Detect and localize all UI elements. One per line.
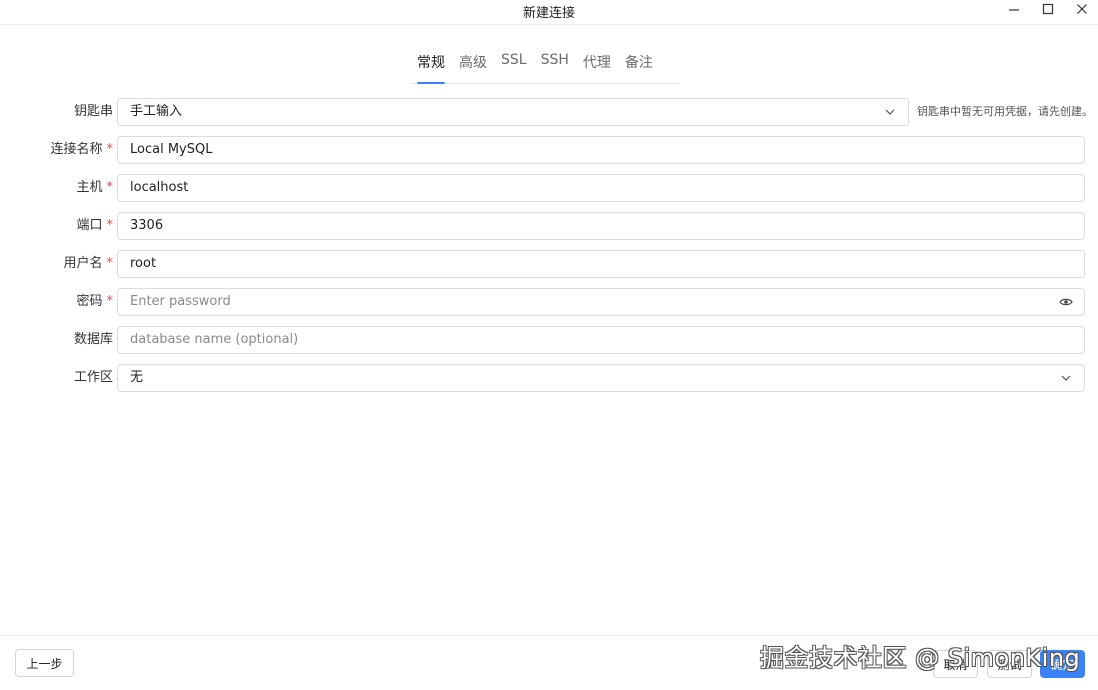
required-mark: * xyxy=(106,218,114,233)
tab-ssl[interactable]: SSL xyxy=(494,44,534,83)
name-row: 连接名称 * Local MySQL xyxy=(0,136,1098,164)
port-value: 3306 xyxy=(130,218,164,233)
workspace-row: 工作区 无 xyxy=(0,364,1098,392)
username-value: root xyxy=(130,256,157,271)
chevron-down-icon xyxy=(882,104,898,120)
minimize-button[interactable] xyxy=(1002,0,1026,18)
host-row: 主机 * localhost xyxy=(0,174,1098,202)
tab-proxy[interactable]: 代理 xyxy=(576,44,618,83)
cancel-button[interactable]: 取消 xyxy=(933,650,978,678)
password-row: 密码 * Enter password xyxy=(0,288,1098,316)
password-placeholder: Enter password xyxy=(130,294,231,309)
username-row: 用户名 * root xyxy=(0,250,1098,278)
connection-name-value: Local MySQL xyxy=(130,142,213,157)
required-mark: * xyxy=(106,180,114,195)
connection-name-input[interactable]: Local MySQL xyxy=(117,136,1085,164)
workspace-label: 工作区 xyxy=(73,370,113,385)
keyring-hint: 钥匙串中暂无可用凭据，请先创建。 xyxy=(917,105,1093,118)
close-icon xyxy=(1077,4,1087,14)
password-label: 密码 * xyxy=(76,294,114,309)
workspace-select[interactable]: 无 xyxy=(117,364,1085,392)
port-input[interactable]: 3306 xyxy=(117,212,1085,240)
minimize-icon xyxy=(1009,9,1019,11)
close-button[interactable] xyxy=(1070,0,1094,18)
required-mark: * xyxy=(106,256,114,271)
username-label: 用户名 * xyxy=(63,256,114,271)
port-label: 端口 * xyxy=(76,218,114,233)
required-mark: * xyxy=(106,142,114,157)
username-input[interactable]: root xyxy=(117,250,1085,278)
eye-icon[interactable] xyxy=(1058,294,1074,310)
database-input[interactable]: database name (optional) xyxy=(117,326,1085,354)
dialog-footer: 上一步 取消 测试 确定 xyxy=(0,635,1098,690)
host-value: localhost xyxy=(130,180,189,195)
chevron-down-icon xyxy=(1058,370,1074,386)
back-button[interactable]: 上一步 xyxy=(15,649,74,677)
tab-general[interactable]: 常规 xyxy=(410,44,452,84)
port-row: 端口 * 3306 xyxy=(0,212,1098,240)
keyring-select[interactable]: 手工输入 xyxy=(117,98,909,126)
password-input[interactable]: Enter password xyxy=(117,288,1085,316)
host-input[interactable]: localhost xyxy=(117,174,1085,202)
tab-advanced[interactable]: 高级 xyxy=(452,44,494,83)
tab-notes[interactable]: 备注 xyxy=(618,44,660,83)
title-bar: 新建连接 xyxy=(0,0,1098,25)
workspace-value: 无 xyxy=(130,370,144,385)
window-title: 新建连接 xyxy=(522,6,575,21)
maximize-button[interactable] xyxy=(1036,0,1060,18)
tab-ssh[interactable]: SSH xyxy=(534,44,576,83)
keyring-value: 手工输入 xyxy=(130,104,183,119)
required-mark: * xyxy=(106,294,114,309)
keyring-row: 钥匙串 手工输入 钥匙串中暂无可用凭据，请先创建。 xyxy=(0,98,1098,126)
database-label: 数据库 xyxy=(73,332,113,347)
keyring-label: 钥匙串 xyxy=(73,104,113,119)
confirm-button[interactable]: 确定 xyxy=(1040,650,1085,678)
maximize-icon xyxy=(1042,3,1054,15)
tab-bar: 常规 高级 SSL SSH 代理 备注 xyxy=(410,44,680,84)
name-label: 连接名称 * xyxy=(50,142,114,157)
database-row: 数据库 database name (optional) xyxy=(0,326,1098,354)
host-label: 主机 * xyxy=(76,180,114,195)
database-placeholder: database name (optional) xyxy=(130,332,299,347)
test-button[interactable]: 测试 xyxy=(987,650,1032,678)
